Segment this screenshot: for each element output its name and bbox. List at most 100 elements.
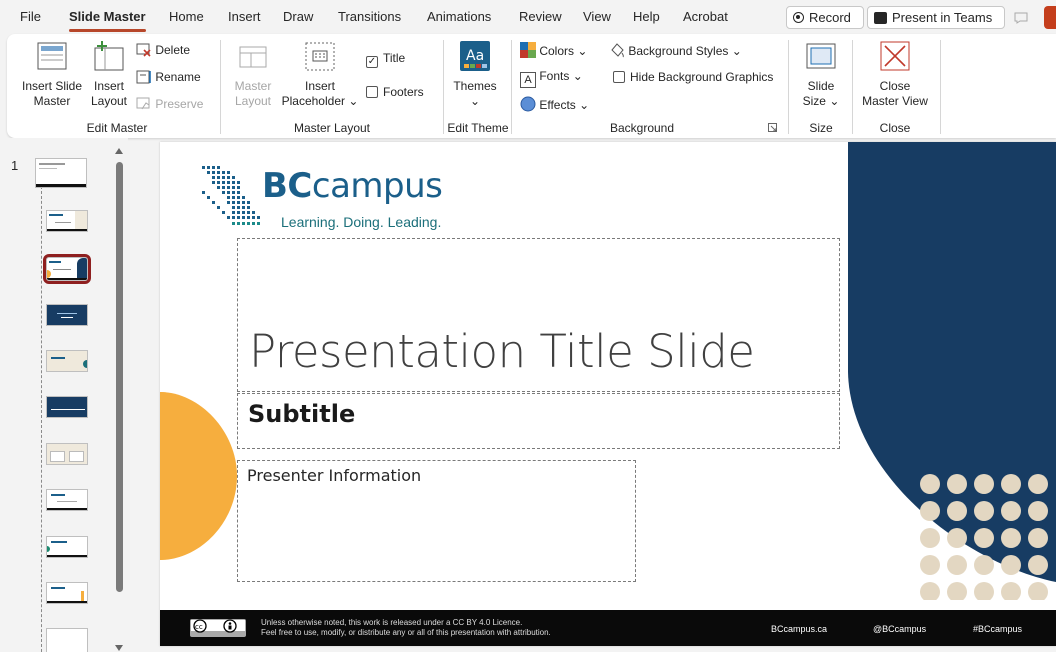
footer-license-line-2: Feel free to use, modify, or distribute … [261, 628, 551, 637]
slide-subtitle[interactable]: Subtitle [248, 400, 355, 428]
thumbnail-scrollbar[interactable] [114, 148, 124, 652]
rename-label: Rename [155, 70, 201, 84]
footer-website: BCcampus.ca [771, 624, 828, 634]
group-divider [443, 40, 444, 134]
scroll-down-icon[interactable] [115, 645, 123, 651]
layout-thumbnail[interactable] [46, 304, 88, 326]
close-master-view-button[interactable]: Close Master View [859, 79, 931, 109]
subtitle-placeholder[interactable]: Subtitle [237, 393, 840, 449]
slide-footer: cc Unless otherwise noted, this work is … [160, 610, 1056, 646]
colors-button[interactable]: Colors ⌄ [520, 42, 587, 58]
layout-thumbnail[interactable] [46, 350, 88, 372]
insert-placeholder-button[interactable]: Insert Placeholder ⌄ [279, 79, 361, 109]
background-styles-button[interactable]: Background Styles ⌄ [609, 42, 742, 58]
tab-home[interactable]: Home [169, 9, 204, 24]
effects-label: Effects [539, 98, 576, 112]
group-divider [788, 40, 789, 134]
themes-button[interactable]: Themes ⌄ [450, 79, 500, 109]
layout-thumbnail[interactable] [46, 536, 88, 558]
tab-transitions[interactable]: Transitions [338, 9, 401, 24]
comments-button[interactable] [1009, 6, 1033, 29]
group-divider [220, 40, 221, 134]
title-checkbox[interactable]: ✓ Title [366, 51, 405, 68]
effects-button[interactable]: Effects ⌄ [520, 96, 589, 112]
slide-master-number: 1 [11, 158, 19, 173]
preserve-label: Preserve [155, 97, 204, 111]
group-label-edit-theme: Edit Theme [447, 121, 509, 135]
slide-title[interactable]: Presentation Title Slide [249, 325, 755, 378]
insert-layout-icon [93, 40, 125, 75]
checkbox-checked-icon: ✓ [366, 56, 378, 68]
close-master-view-label-2: Master View [862, 94, 928, 108]
tab-acrobat[interactable]: Acrobat [683, 9, 728, 24]
title-placeholder[interactable]: Presentation Title Slide [237, 238, 840, 392]
chevron-down-icon: ⌄ [572, 69, 583, 83]
layout-thumbnail[interactable] [46, 210, 88, 232]
share-button[interactable] [1044, 6, 1056, 29]
layout-thumbnail[interactable] [46, 443, 88, 465]
preserve-button[interactable]: Preserve [136, 97, 203, 111]
hide-background-graphics-checkbox[interactable]: Hide Background Graphics [613, 70, 773, 84]
title-checkbox-label: Title [383, 51, 406, 65]
footer-hashtag: #BCcampus [973, 624, 1023, 634]
tab-file[interactable]: File [20, 9, 41, 24]
delete-button[interactable]: Delete [136, 43, 190, 57]
scrollbar-thumb[interactable] [116, 162, 123, 592]
tab-help[interactable]: Help [633, 9, 660, 24]
scroll-up-icon[interactable] [115, 148, 123, 154]
tab-review[interactable]: Review [519, 9, 562, 24]
presenter-information[interactable]: Presenter Information [247, 466, 421, 485]
chevron-down-icon: ⌄ [348, 94, 359, 108]
layout-thumbnail-selected[interactable] [43, 254, 91, 284]
tab-view[interactable]: View [583, 9, 611, 24]
tab-insert[interactable]: Insert [228, 9, 261, 24]
slide-size-label-2: Size [802, 94, 826, 108]
preserve-icon [136, 97, 150, 110]
presenter-placeholder[interactable]: Presenter Information [237, 460, 636, 582]
logo-bold-text: BC [262, 166, 312, 206]
group-label-size: Size [809, 121, 833, 135]
rename-button[interactable]: Rename [136, 70, 201, 84]
tab-animations[interactable]: Animations [427, 9, 491, 24]
layout-thumbnail[interactable] [46, 489, 88, 511]
fonts-button[interactable]: A Fonts ⌄ [520, 69, 583, 88]
layout-thumbnail[interactable] [46, 582, 88, 604]
master-layout-label-2: Layout [234, 94, 272, 108]
insert-layout-button[interactable]: Insert Layout [87, 79, 131, 109]
insert-slide-master-icon [37, 42, 67, 75]
teams-icon [874, 11, 887, 24]
svg-text:Aa: Aa [466, 48, 484, 64]
checkbox-empty-icon [613, 71, 625, 83]
slide-size-button[interactable]: Slide Size ⌄ [797, 79, 845, 109]
logo-tagline: Learning. Doing. Leading. [281, 214, 442, 230]
group-label-edit-master: Edit Master [86, 121, 148, 135]
layout-connector-line [41, 186, 42, 652]
close-master-view-icon [880, 41, 910, 74]
master-layout-button[interactable]: Master Layout [227, 79, 279, 109]
insert-slide-master-label-2: Master [33, 94, 71, 108]
insert-placeholder-label-1: Insert [304, 79, 335, 93]
insert-slide-master-button[interactable]: Insert Slide Master [21, 79, 83, 109]
record-button[interactable]: Record [786, 6, 864, 29]
present-in-teams-button[interactable]: Present in Teams [867, 6, 1005, 29]
insert-slide-master-label-1: Insert Slide [21, 79, 83, 93]
chevron-down-icon: ⌄ [469, 94, 481, 108]
layout-thumbnail[interactable] [46, 628, 88, 652]
colors-label: Colors [539, 44, 575, 58]
slide-canvas[interactable]: BCcampus Learning. Doing. Leading. Prese… [160, 142, 1056, 646]
rename-icon [136, 70, 151, 84]
bccampus-logo-text: BCcampus [262, 166, 443, 206]
footers-checkbox-label: Footers [383, 85, 424, 99]
footers-checkbox[interactable]: Footers [366, 85, 424, 99]
slide-master-thumbnail[interactable] [35, 158, 87, 188]
tab-draw[interactable]: Draw [283, 9, 313, 24]
close-master-view-label-1: Close [879, 79, 911, 93]
tab-slide-master[interactable]: Slide Master [69, 9, 146, 32]
dot-grid-graphic [920, 474, 1048, 600]
insert-layout-label-2: Layout [90, 94, 128, 108]
ribbon-tab-bar: File Slide Master Home Insert Draw Trans… [0, 0, 1056, 34]
layout-thumbnail[interactable] [46, 396, 88, 418]
group-divider [940, 40, 941, 134]
record-label: Record [809, 10, 851, 25]
dialog-launcher-icon[interactable] [768, 122, 778, 136]
